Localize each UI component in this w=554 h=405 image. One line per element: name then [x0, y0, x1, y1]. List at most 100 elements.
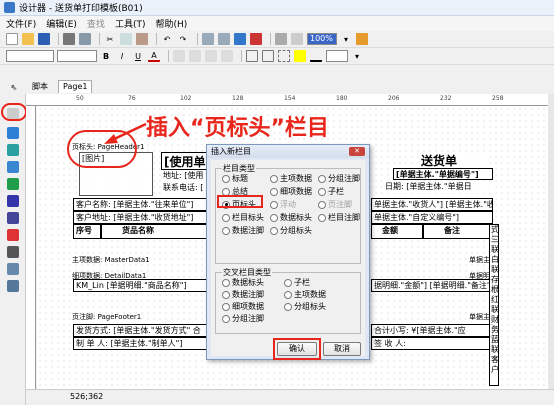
band-tool-icon[interactable]: [7, 127, 19, 139]
dialog-close-button[interactable]: ✕: [349, 147, 365, 156]
barcode-tool-icon[interactable]: [7, 246, 19, 258]
basic-radio-2[interactable]: 分组注脚: [318, 173, 360, 184]
copy-icon[interactable]: [120, 33, 132, 45]
basic-radio-0[interactable]: 标题: [222, 173, 248, 184]
tab-page1[interactable]: Page1: [58, 80, 93, 93]
border-all-icon[interactable]: [262, 50, 274, 62]
chart-tool-icon[interactable]: [7, 229, 19, 241]
basic-radio-11[interactable]: 栏目注脚: [318, 212, 360, 223]
col-header-name[interactable]: 货品名称: [101, 224, 207, 239]
detail-line-field[interactable]: KM_Lin [单据明细."商品名称"]: [73, 279, 207, 292]
basic-radio-1[interactable]: 主项数据: [270, 173, 312, 184]
menu-help[interactable]: 帮助(H): [155, 17, 187, 30]
customer-name-field[interactable]: 客户名称: [单据主体."往来单位"]: [73, 198, 207, 211]
text-align-center-icon[interactable]: [189, 50, 201, 62]
text-justify-icon[interactable]: [221, 50, 233, 62]
snap-icon[interactable]: [291, 33, 303, 45]
dialog-cancel-button[interactable]: 取消: [323, 342, 361, 356]
detail-amount-field[interactable]: 据明细."金额"] [单据明细."备注"]: [371, 279, 493, 292]
menu-file[interactable]: 文件(F): [6, 17, 36, 30]
customer-address-field[interactable]: 客户地址: [单据主体."收货地址"]: [73, 211, 207, 224]
footer-maker-field[interactable]: 制 单 人: [单据主体."制单人"]: [73, 337, 207, 350]
address-field[interactable]: 地址: [使用: [161, 170, 211, 182]
italic-icon[interactable]: I: [116, 50, 128, 62]
master-data-detail: 单据主: [469, 256, 490, 264]
zoom-dropdown-icon[interactable]: ▾: [340, 33, 352, 45]
col-header-amount[interactable]: 金额: [371, 224, 423, 239]
footer-sign-field[interactable]: 签 收 人:: [371, 337, 493, 350]
footer-total-field[interactable]: 合计小写: ¥[单据主体."应: [371, 324, 493, 337]
cross-radio-3[interactable]: 主项数据: [284, 289, 326, 300]
save-icon[interactable]: [38, 33, 50, 45]
align-center-icon[interactable]: [218, 33, 230, 45]
border-none-icon[interactable]: [278, 50, 290, 62]
cross-radio-0[interactable]: 数据标头: [222, 277, 264, 288]
data-tool-icon[interactable]: [7, 161, 19, 173]
more-tool-icon[interactable]: [7, 280, 19, 292]
zoom-select[interactable]: 100%: [307, 33, 337, 45]
menu-find[interactable]: 查找: [87, 17, 105, 30]
basic-radio-12[interactable]: 数据注脚: [222, 225, 264, 236]
grid-icon[interactable]: [275, 33, 287, 45]
line-width-select[interactable]: [326, 50, 348, 62]
basic-radio-9[interactable]: 栏目标头: [222, 212, 264, 223]
font-size-select[interactable]: [57, 50, 97, 62]
cross-radio-4[interactable]: 细项数据: [222, 301, 264, 312]
cross-radio-5[interactable]: 分组标头: [284, 301, 326, 312]
subreport-tool-icon[interactable]: [7, 195, 19, 207]
cross-radio-1[interactable]: 子栏: [284, 277, 310, 288]
undo-icon[interactable]: ↶: [161, 33, 173, 45]
footer-ship-field[interactable]: 发货方式: [单据主体."发货方式" 合: [73, 324, 207, 337]
radio-label: 分组注脚: [232, 314, 264, 323]
basic-radio-4[interactable]: 细项数据: [270, 186, 312, 197]
run-icon[interactable]: [356, 33, 368, 45]
basic-radio-13[interactable]: 分组标头: [270, 225, 312, 236]
bring-front-icon[interactable]: [234, 33, 246, 45]
text-align-left-icon[interactable]: [173, 50, 185, 62]
radio-dot-icon: [270, 213, 278, 222]
receiver-field[interactable]: 单据主体."收货人"] [单据主体."收: [371, 198, 493, 211]
style-icon[interactable]: ▾: [351, 50, 363, 62]
cross-radio-2[interactable]: 数据注脚: [222, 289, 264, 300]
shape-tool-icon[interactable]: [7, 212, 19, 224]
doc-no-field[interactable]: [单据主体."单据编号"]: [393, 168, 493, 180]
image-tool-icon[interactable]: [7, 178, 19, 190]
cross-radio-6[interactable]: 分组注脚: [222, 313, 264, 324]
pointer-icon[interactable]: ⇖: [8, 81, 20, 93]
fill-color-icon[interactable]: [294, 50, 306, 62]
paste-icon[interactable]: [136, 33, 148, 45]
side-vertical-text[interactable]: 式 三 联 白 联 存 根 红 联 财 务 蓝 联 客 户: [489, 224, 499, 386]
line-color-icon[interactable]: [310, 50, 322, 62]
checkbox-tool-icon[interactable]: [7, 263, 19, 275]
basic-radio-5[interactable]: 子栏: [318, 186, 344, 197]
band-master-data-label[interactable]: 主项数据: MasterData1: [72, 255, 150, 265]
use-unit-field[interactable]: [使用单: [161, 152, 211, 170]
date-field[interactable]: 日期: [单据主体."单据日: [383, 181, 493, 193]
align-left-icon[interactable]: [202, 33, 214, 45]
vertical-scrollbar[interactable]: [548, 94, 554, 394]
menu-tools[interactable]: 工具(T): [115, 17, 146, 30]
bold-icon[interactable]: B: [100, 50, 112, 62]
band-page-footer-label[interactable]: 页注脚: PageFooter1: [72, 312, 141, 322]
new-file-icon[interactable]: [6, 33, 18, 45]
redo-icon[interactable]: ↷: [177, 33, 189, 45]
basic-radio-10[interactable]: 数据标头: [270, 212, 312, 223]
report-title[interactable]: 送货单: [419, 152, 489, 167]
print-icon[interactable]: [63, 33, 75, 45]
open-folder-icon[interactable]: [22, 33, 34, 45]
underline-icon[interactable]: U: [132, 50, 144, 62]
cut-icon[interactable]: ✂: [104, 33, 116, 45]
border-top-icon[interactable]: [246, 50, 258, 62]
custom-no-field[interactable]: 单据主体."自定义编号"]: [371, 211, 493, 224]
col-header-remark[interactable]: 备注: [423, 224, 493, 239]
preview-icon[interactable]: [79, 33, 91, 45]
menu-edit[interactable]: 编辑(E): [46, 17, 77, 30]
phone-field[interactable]: 联系电话: [: [161, 182, 211, 194]
tab-script[interactable]: 脚本: [28, 80, 52, 93]
font-name-select[interactable]: [6, 50, 54, 62]
col-header-no[interactable]: 序号: [73, 224, 101, 239]
font-color-icon[interactable]: A: [148, 50, 160, 62]
send-back-icon[interactable]: [250, 33, 262, 45]
text-align-right-icon[interactable]: [205, 50, 217, 62]
text-tool-icon[interactable]: [7, 144, 19, 156]
